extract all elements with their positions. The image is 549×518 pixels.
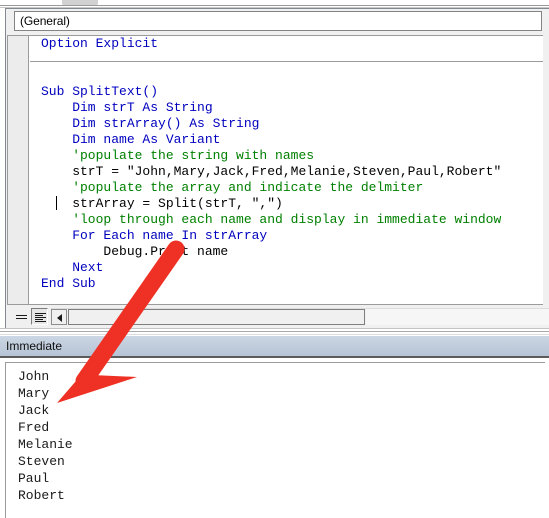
declarations-separator-line — [30, 61, 543, 62]
code-line: Dim name As Variant — [30, 132, 543, 148]
code-line: Dim strT As String — [30, 100, 543, 116]
code-line: End Sub — [30, 276, 543, 292]
code-token: strArray = Split(strT, ",") — [41, 196, 283, 211]
immediate-output-line: Steven — [18, 454, 65, 469]
window-top-edge — [0, 0, 549, 8]
code-line: Dim strArray() As String — [30, 116, 543, 132]
immediate-window-title-bar[interactable]: Immediate — [0, 336, 549, 358]
code-token: 'loop through each name and display in i… — [41, 212, 502, 227]
object-dropdown-value: (General) — [20, 14, 70, 28]
immediate-output-line: Jack — [18, 403, 50, 418]
object-procedure-dropdown-row: (General) — [6, 11, 549, 33]
immediate-output-list: John Mary Jack Fred Melanie Steven Paul Robert — [18, 368, 73, 504]
immediate-output-line: John — [18, 369, 50, 384]
code-token: For Each name In strArray — [41, 228, 268, 243]
top-divider-line — [0, 5, 549, 6]
pane-splitter[interactable] — [0, 328, 549, 336]
code-module-window: (General) Option Explicit Sub SplitText(… — [5, 8, 549, 328]
code-token: Option Explicit — [41, 36, 159, 51]
code-token: Dim strT As String — [41, 100, 213, 115]
code-line: Sub SplitText() — [30, 84, 543, 100]
scrollbar-track[interactable] — [366, 309, 549, 325]
code-token: Debug.Print name — [41, 244, 229, 259]
scrollbar-thumb[interactable] — [68, 309, 365, 325]
immediate-output-line: Melanie — [18, 437, 73, 452]
scroll-left-arrow-icon[interactable] — [51, 309, 67, 325]
text-caret — [56, 196, 57, 210]
immediate-output-line: Robert — [18, 488, 65, 503]
full-module-view-button[interactable] — [31, 308, 48, 325]
immediate-window-title: Immediate — [6, 339, 63, 353]
code-token: 'populate the array and indicate the del… — [41, 180, 424, 195]
code-token: 'populate the string with names — [41, 148, 315, 163]
code-margin-indicator-bar[interactable] — [8, 36, 29, 304]
immediate-window-body[interactable]: John Mary Jack Fred Melanie Steven Paul Robert — [5, 362, 545, 518]
immediate-output-line: Mary — [18, 386, 50, 401]
code-window-bottom-bar — [7, 306, 549, 327]
code-token: strT = "John,Mary,Jack,Fred,Melanie,Stev… — [41, 164, 502, 179]
code-token: Sub SplitText() — [41, 84, 159, 99]
code-line: strT = "John,Mary,Jack,Fred,Melanie,Stev… — [30, 164, 543, 180]
code-horizontal-scrollbar[interactable] — [51, 308, 549, 325]
vba-editor-screenshot: (General) Option Explicit Sub SplitText(… — [0, 0, 549, 518]
code-token: Dim strArray() As String — [41, 116, 260, 131]
code-token: Dim name As Variant — [41, 132, 221, 147]
immediate-window: Immediate John Mary Jack Fred Melanie Steven P… — [0, 336, 549, 518]
code-text-area[interactable]: Option Explicit Sub SplitText() Dim strT… — [30, 36, 543, 304]
code-line: Next — [30, 260, 543, 276]
code-token: Next — [41, 260, 104, 275]
code-line: 'populate the array and indicate the del… — [30, 180, 543, 196]
code-line: 'loop through each name and display in i… — [30, 212, 543, 228]
code-line: strArray = Split(strT, ",") — [30, 196, 543, 212]
code-line: 'populate the string with names — [30, 148, 543, 164]
immediate-output-line: Paul — [18, 471, 50, 486]
code-line: For Each name In strArray — [30, 228, 543, 244]
code-line: Option Explicit — [30, 36, 543, 52]
code-line: Debug.Print name — [30, 244, 543, 260]
code-token: End Sub — [41, 276, 96, 291]
immediate-output-line: Fred — [18, 420, 50, 435]
object-dropdown[interactable]: (General) — [14, 11, 542, 31]
code-editor-surface[interactable]: Option Explicit Sub SplitText() Dim strT… — [7, 35, 543, 305]
procedure-view-button[interactable] — [12, 308, 29, 325]
